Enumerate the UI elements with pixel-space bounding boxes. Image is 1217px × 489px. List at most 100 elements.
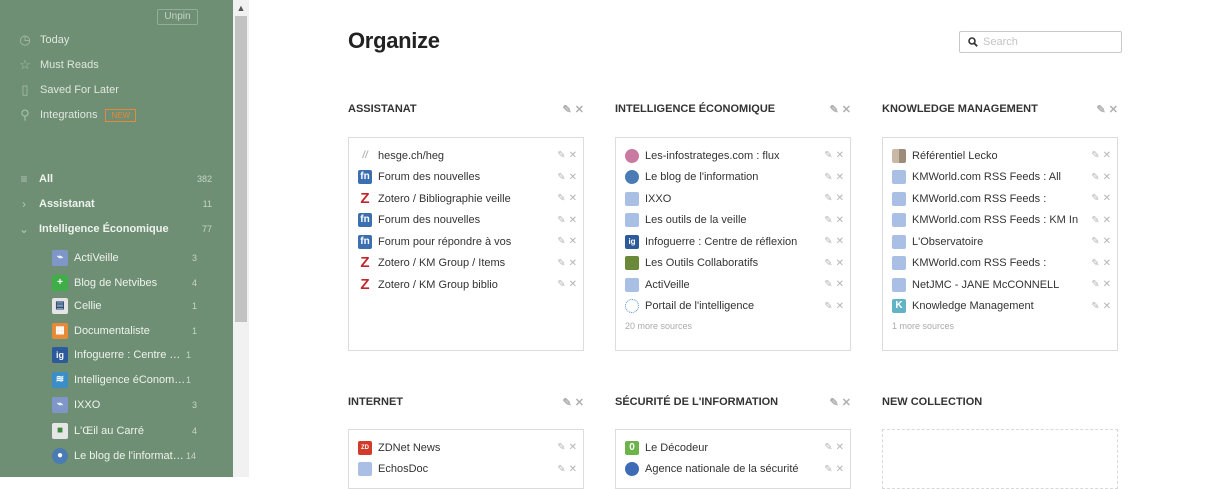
- source-row[interactable]: Z Zotero / KM Group biblio ✎✕: [358, 274, 580, 295]
- edit-icon[interactable]: ✎: [1091, 279, 1102, 290]
- sidebar-feed-blog-netvibes[interactable]: + Blog de Netvibes 4: [0, 272, 212, 294]
- edit-icon[interactable]: ✎: [824, 150, 835, 161]
- close-icon[interactable]: ✕: [569, 442, 580, 453]
- edit-icon[interactable]: ✎: [557, 258, 568, 269]
- close-icon[interactable]: ✕: [575, 104, 584, 116]
- edit-icon[interactable]: ✎: [824, 172, 835, 183]
- close-icon[interactable]: ✕: [836, 442, 847, 453]
- scrollbar-thumb[interactable]: [235, 16, 247, 322]
- edit-icon[interactable]: ✎: [830, 397, 839, 409]
- source-row[interactable]: K Knowledge Management ✎✕: [892, 296, 1114, 317]
- close-icon[interactable]: ✕: [569, 279, 580, 290]
- edit-icon[interactable]: ✎: [830, 104, 839, 116]
- source-row[interactable]: Les Outils Collaboratifs ✎✕: [625, 253, 847, 274]
- edit-icon[interactable]: ✎: [563, 104, 572, 116]
- edit-icon[interactable]: ✎: [824, 301, 835, 312]
- edit-icon[interactable]: ✎: [1091, 193, 1102, 204]
- close-icon[interactable]: ✕: [569, 193, 580, 204]
- edit-icon[interactable]: ✎: [824, 236, 835, 247]
- scroll-up-arrow-icon[interactable]: ▲: [233, 0, 249, 16]
- edit-icon[interactable]: ✎: [1091, 236, 1102, 247]
- sidebar-item-all[interactable]: ≡ All 382: [0, 169, 212, 189]
- source-row[interactable]: KMWorld.com RSS Feeds : ✎✕: [892, 253, 1114, 274]
- sidebar-item-intelligence-economique[interactable]: ⌄ Intelligence Économique 77: [0, 219, 212, 239]
- close-icon[interactable]: ✕: [1103, 172, 1114, 183]
- close-icon[interactable]: ✕: [1109, 104, 1118, 116]
- edit-icon[interactable]: ✎: [557, 193, 568, 204]
- unpin-button[interactable]: Unpin: [157, 9, 198, 25]
- close-icon[interactable]: ✕: [836, 172, 847, 183]
- source-row[interactable]: fn Forum pour répondre à vos ✎✕: [358, 231, 580, 252]
- edit-icon[interactable]: ✎: [557, 442, 568, 453]
- source-row[interactable]: ZD ZDNet News ✎✕: [358, 437, 580, 458]
- close-icon[interactable]: ✕: [836, 464, 847, 475]
- close-icon[interactable]: ✕: [1103, 258, 1114, 269]
- close-icon[interactable]: ✕: [1103, 279, 1114, 290]
- sidebar-feed-activeille[interactable]: ⌁ ActiVeille 3: [0, 247, 212, 269]
- source-row[interactable]: // hesge.ch/heg ✎✕: [358, 145, 580, 166]
- close-icon[interactable]: ✕: [1103, 150, 1114, 161]
- source-row[interactable]: KMWorld.com RSS Feeds : All ✎✕: [892, 167, 1114, 188]
- edit-icon[interactable]: ✎: [557, 279, 568, 290]
- edit-icon[interactable]: ✎: [824, 442, 835, 453]
- source-row[interactable]: Z Zotero / Bibliographie veille ✎✕: [358, 188, 580, 209]
- source-row[interactable]: KMWorld.com RSS Feeds : KM In ✎✕: [892, 210, 1114, 231]
- close-icon[interactable]: ✕: [836, 236, 847, 247]
- edit-icon[interactable]: ✎: [824, 279, 835, 290]
- nav-must-reads[interactable]: ☆ Must Reads: [16, 56, 99, 74]
- close-icon[interactable]: ✕: [1103, 236, 1114, 247]
- close-icon[interactable]: ✕: [569, 236, 580, 247]
- search-box[interactable]: [959, 31, 1122, 53]
- close-icon[interactable]: ✕: [836, 150, 847, 161]
- source-row[interactable]: ig Infoguerre : Centre de réflexion ✎✕: [625, 231, 847, 252]
- source-row[interactable]: Le blog de l'information ✎✕: [625, 167, 847, 188]
- source-row[interactable]: Référentiel Lecko ✎✕: [892, 145, 1114, 166]
- sidebar-feed-documentaliste[interactable]: ▦ Documentaliste 1: [0, 320, 212, 342]
- source-row[interactable]: EchosDoc ✎✕: [358, 459, 580, 480]
- new-collection-dropzone[interactable]: [882, 429, 1118, 489]
- close-icon[interactable]: ✕: [569, 215, 580, 226]
- edit-icon[interactable]: ✎: [557, 236, 568, 247]
- sidebar-feed-infoguerre[interactable]: ig Infoguerre : Centre de… 1: [0, 344, 212, 366]
- source-row[interactable]: L'Observatoire ✎✕: [892, 231, 1114, 252]
- sidebar-feed-ixxo[interactable]: ⌁ IXXO 3: [0, 394, 212, 416]
- edit-icon[interactable]: ✎: [1097, 104, 1106, 116]
- search-input[interactable]: [983, 36, 1113, 48]
- close-icon[interactable]: ✕: [842, 104, 851, 116]
- edit-icon[interactable]: ✎: [557, 172, 568, 183]
- nav-integrations[interactable]: ⚲ Integrations NEW: [16, 106, 137, 124]
- sidebar-feed-intelligence-economique[interactable]: ≋ Intelligence éConomi… 1: [0, 369, 212, 391]
- edit-icon[interactable]: ✎: [824, 258, 835, 269]
- edit-icon[interactable]: ✎: [824, 215, 835, 226]
- sidebar-item-assistanat[interactable]: › Assistanat 11: [0, 194, 212, 214]
- close-icon[interactable]: ✕: [836, 301, 847, 312]
- source-row[interactable]: Les outils de la veille ✎✕: [625, 210, 847, 231]
- source-row[interactable]: Portail de l'intelligence ✎✕: [625, 296, 847, 317]
- nav-saved-for-later[interactable]: ▯ Saved For Later: [16, 81, 118, 99]
- close-icon[interactable]: ✕: [836, 193, 847, 204]
- edit-icon[interactable]: ✎: [563, 397, 572, 409]
- close-icon[interactable]: ✕: [836, 215, 847, 226]
- close-icon[interactable]: ✕: [569, 464, 580, 475]
- more-sources-link[interactable]: 1 more sources: [892, 321, 954, 331]
- edit-icon[interactable]: ✎: [824, 464, 835, 475]
- source-row[interactable]: Agence nationale de la sécurité ✎✕: [625, 459, 847, 480]
- source-row[interactable]: fn Forum des nouvelles ✎✕: [358, 167, 580, 188]
- edit-icon[interactable]: ✎: [1091, 172, 1102, 183]
- nav-today[interactable]: ◷ Today: [16, 31, 69, 49]
- sidebar-scrollbar[interactable]: ▲: [233, 0, 249, 477]
- source-row[interactable]: Les-infostrateges.com : flux ✎✕: [625, 145, 847, 166]
- edit-icon[interactable]: ✎: [1091, 258, 1102, 269]
- close-icon[interactable]: ✕: [1103, 301, 1114, 312]
- edit-icon[interactable]: ✎: [1091, 215, 1102, 226]
- sidebar-feed-blog-information[interactable]: ● Le blog de l'informat… 14: [0, 445, 212, 467]
- sidebar-feed-oeil-au-carre[interactable]: ■ L'Œil au Carré 4: [0, 420, 212, 442]
- close-icon[interactable]: ✕: [569, 258, 580, 269]
- close-icon[interactable]: ✕: [575, 397, 584, 409]
- edit-icon[interactable]: ✎: [1091, 301, 1102, 312]
- source-row[interactable]: fn Forum des nouvelles ✎✕: [358, 210, 580, 231]
- sidebar-feed-cellie[interactable]: ▤ Cellie 1: [0, 295, 212, 317]
- source-row[interactable]: NetJMC - JANE McCONNELL ✎✕: [892, 274, 1114, 295]
- more-sources-link[interactable]: 20 more sources: [625, 321, 692, 331]
- edit-icon[interactable]: ✎: [557, 464, 568, 475]
